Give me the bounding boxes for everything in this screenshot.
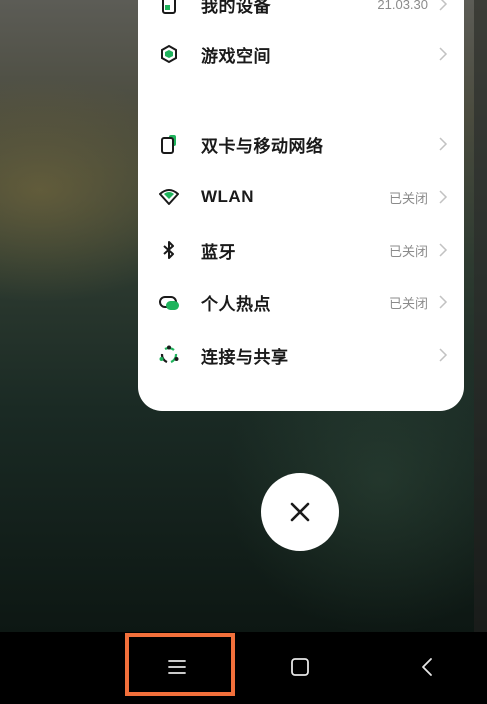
settings-item-label: 个人热点: [201, 294, 271, 314]
settings-item-connection-sharing[interactable]: 连接与共享: [138, 335, 464, 375]
chevron-right-icon: [439, 47, 448, 61]
chevron-right-icon: [439, 190, 448, 204]
chevron-right-icon: [439, 348, 448, 362]
settings-item-wlan[interactable]: WLAN 已关闭: [138, 177, 464, 217]
back-icon: [422, 658, 432, 676]
settings-card: 我的设备 21.03.30 游戏空间 双卡与移动网络 WLAN 已关闭 蓝牙 已…: [138, 0, 464, 411]
settings-item-status: 21.03.30: [377, 0, 428, 12]
chevron-right-icon: [439, 0, 448, 11]
settings-item-label: 蓝牙: [201, 242, 236, 262]
background-edge: [474, 0, 487, 632]
highlight-box: [125, 633, 235, 696]
chevron-right-icon: [439, 243, 448, 257]
settings-item-game-space[interactable]: 游戏空间: [138, 34, 464, 74]
wifi-icon: [159, 189, 179, 205]
settings-item-hotspot[interactable]: 个人热点 已关闭: [138, 282, 464, 322]
sim-card-icon: [161, 135, 176, 154]
phone-icon: [162, 0, 176, 14]
hotspot-icon: [159, 296, 179, 310]
home-icon: [291, 658, 309, 676]
settings-item-my-device[interactable]: 我的设备 21.03.30: [138, 0, 464, 24]
settings-item-bluetooth[interactable]: 蓝牙 已关闭: [138, 230, 464, 270]
settings-item-dual-sim[interactable]: 双卡与移动网络: [138, 124, 464, 164]
share-connect-icon: [159, 345, 179, 364]
back-button[interactable]: [400, 646, 454, 688]
settings-item-status: 已关闭: [388, 190, 428, 206]
settings-item-label: 我的设备: [201, 0, 271, 16]
chevron-right-icon: [439, 295, 448, 309]
close-icon: [290, 502, 310, 522]
settings-item-status: 已关闭: [388, 243, 428, 259]
settings-item-status: 已关闭: [388, 295, 428, 311]
settings-item-label: 连接与共享: [201, 347, 289, 367]
settings-item-label: 双卡与移动网络: [201, 136, 324, 156]
chevron-right-icon: [439, 137, 448, 151]
home-button[interactable]: [273, 646, 327, 688]
bluetooth-icon: [163, 241, 174, 259]
close-button[interactable]: [261, 473, 339, 551]
settings-item-label: WLAN: [201, 187, 254, 206]
game-hexagon-icon: [161, 44, 177, 64]
settings-item-label: 游戏空间: [201, 46, 271, 66]
